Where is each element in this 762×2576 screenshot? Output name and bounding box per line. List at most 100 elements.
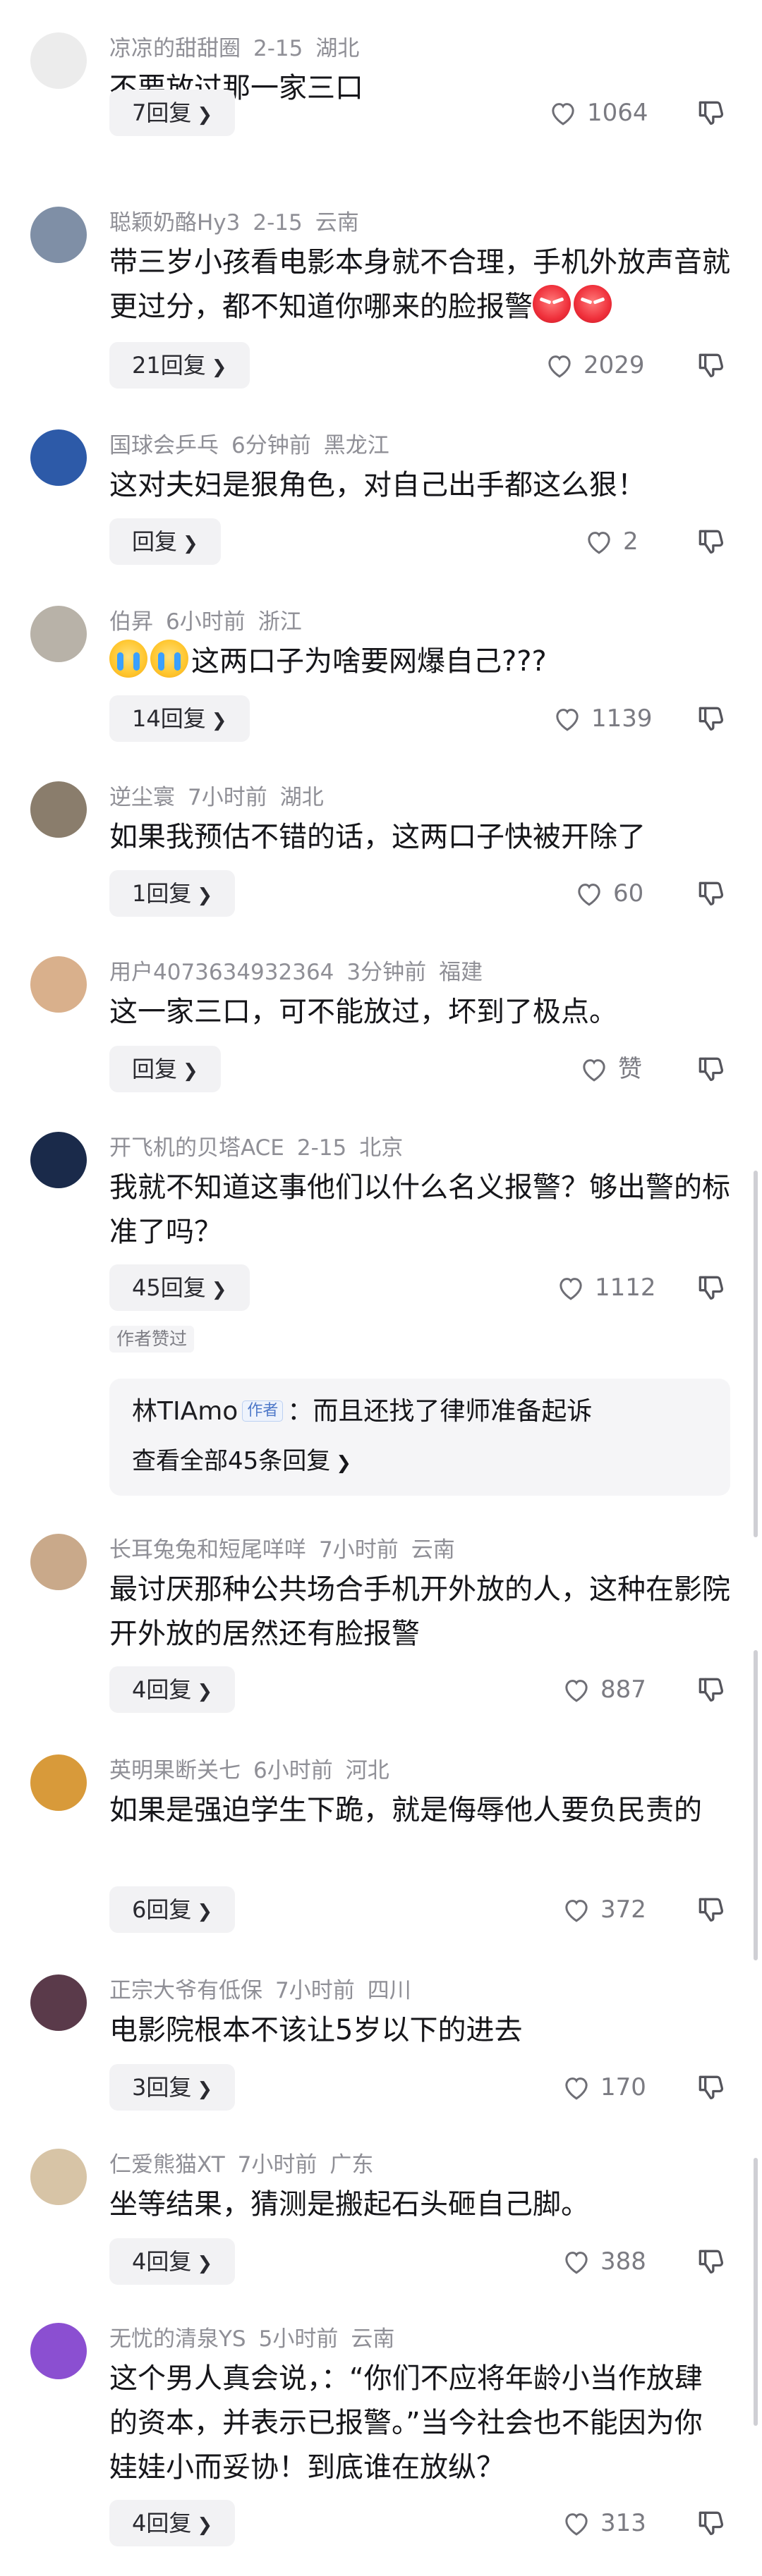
reply-button[interactable]: 14回复 ❯ [109,695,250,742]
reply-button[interactable]: 21回复 ❯ [109,342,250,389]
username[interactable]: 无忧的清泉YS [109,2326,246,2352]
reply-label: 4回复 [132,1676,192,1703]
thumb-down-outline-icon[interactable] [695,2508,726,2539]
comment-text[interactable]: 如果我预估不错的话，这两口子快被开除了 [109,815,730,860]
reply-button[interactable]: 回复 ❯ [109,1046,221,1092]
reply-label: 4回复 [132,2248,192,2275]
thumb-down-outline-icon[interactable] [695,2072,726,2103]
reply-button[interactable]: 6回复 ❯ [109,1886,236,1933]
scrollbar-bottom[interactable] [754,2158,758,2426]
reply-button[interactable]: 45回复 ❯ [109,1264,250,1311]
comment-meta: 聪颖奶酪Hy3 2-15 云南 [109,208,372,238]
like-button[interactable]: 1139 [553,695,653,742]
username[interactable]: 逆尘寰 [109,785,175,810]
like-button[interactable]: 1064 [549,90,648,136]
like-button[interactable]: 313 [562,2500,646,2546]
thumb-down-outline-icon[interactable] [695,703,726,734]
reply-label: 4回复 [132,2510,192,2537]
comment-location: 浙江 [258,609,302,635]
comment-location: 湖北 [279,785,324,810]
reply-label: 3回复 [132,2074,192,2101]
avatar[interactable] [30,207,87,263]
like-button[interactable]: 388 [562,2238,646,2285]
thumb-down-outline-icon[interactable] [695,526,726,557]
reply-author-name[interactable]: 林TIAmo [132,1397,238,1426]
reply-button[interactable]: 7回复 ❯ [109,90,236,136]
like-count: 1064 [587,99,648,127]
comment-text[interactable]: 坐等结果，猜测是搬起石头砸自己脚。 [109,2183,730,2227]
comment-time: 2-15 [253,210,303,236]
reply-button[interactable]: 4回复 ❯ [109,2238,236,2285]
username[interactable]: 用户4073634932364 [109,960,334,985]
scrollbar[interactable] [754,1171,758,1537]
username[interactable]: 仁爱熊猫XT [109,2152,225,2178]
thumb-down-outline-icon[interactable] [695,1054,726,1085]
comment-text[interactable]: 这一家三口，可不能放过，坏到了极点。 [109,990,730,1034]
thumb-down-outline-icon[interactable] [695,1272,726,1303]
avatar[interactable] [30,956,87,1013]
username[interactable]: 正宗大爷有低保 [109,1978,262,2003]
comment-text[interactable]: 我就不知道这事他们以什么名义报警？够出警的标准了吗？ [109,1166,730,1255]
like-button[interactable]: 2 [585,518,639,565]
chevron-right-icon: ❯ [197,1901,213,1922]
username[interactable]: 长耳兔兔和短尾咩咩 [109,1537,306,1563]
avatar[interactable] [30,1534,87,1590]
like-button[interactable]: 60 [575,870,643,917]
username[interactable]: 伯昇 [109,609,153,635]
reply-button[interactable]: 4回复 ❯ [109,2500,236,2546]
like-button[interactable]: 2029 [545,342,645,389]
avatar[interactable] [30,1132,87,1188]
like-button[interactable]: 887 [562,1666,646,1713]
avatar[interactable] [30,781,87,838]
chevron-right-icon: ❯ [211,357,227,378]
like-count: 388 [600,2247,646,2276]
thumb-down-outline-icon[interactable] [695,97,726,128]
heart-outline-icon [562,2509,600,2537]
thumb-down-outline-icon[interactable] [695,2246,726,2277]
like-button[interactable]: 1112 [557,1264,656,1311]
avatar[interactable] [30,606,87,662]
like-button[interactable]: 170 [562,2064,646,2111]
avatar[interactable] [30,1974,87,2031]
username[interactable]: 聪颖奶酪Hy3 [109,210,240,236]
comment-meta: 仁爱熊猫XT 7小时前 广东 [109,2150,386,2180]
comment-location: 湖北 [315,36,360,61]
thumb-down-outline-icon[interactable] [695,350,726,381]
chevron-right-icon: ❯ [197,1681,213,1702]
reply-button[interactable]: 3回复 ❯ [109,2064,236,2111]
comment-meta: 逆尘寰 7小时前 湖北 [109,783,337,812]
comment-time: 7小时前 [275,1978,355,2003]
reply-button[interactable]: 1回复 ❯ [109,870,236,917]
chevron-right-icon: ❯ [197,2515,213,2536]
username[interactable]: 英明果断关七 [109,1758,241,1783]
comment-text[interactable]: 如果是强迫学生下跪，就是侮辱他人要负民责的 [109,1788,730,1833]
comment-text[interactable]: 这个男人真会说，：“你们不应将年龄小当作放肆的资本，并表示已报警。”当今社会也不… [109,2357,730,2490]
username[interactable]: 凉凉的甜甜圈 [109,36,241,61]
heart-outline-icon [580,1055,618,1083]
avatar[interactable] [30,2323,87,2379]
comment-text[interactable]: 这对夫妇是狠角色，对自己出手都这么狠！ [109,463,730,508]
reply-button[interactable]: 回复 ❯ [109,518,221,565]
avatar[interactable] [30,32,87,89]
username[interactable]: 开飞机的贝塔ACE [109,1135,284,1161]
view-all-replies-link[interactable]: 查看全部45条回复 ❯ [132,1443,351,1481]
scrollbar-lower[interactable] [754,1650,758,1960]
comment-time: 3分钟前 [346,960,427,985]
comment-text[interactable]: 电影院根本不该让5岁以下的进去 [109,2008,730,2053]
avatar[interactable] [30,1754,87,1811]
thumb-down-outline-icon[interactable] [695,878,726,909]
comment-text[interactable]: 这两口子为啥要网爆自己??? [109,640,730,684]
thumb-down-outline-icon[interactable] [695,1894,726,1925]
like-button[interactable]: 372 [562,1886,646,1933]
author-reply-box[interactable]: 林TIAmo 作者 ：而且还找了律师准备起诉 查看全部45条回复 ❯ [109,1379,730,1496]
like-count: 赞 [618,1055,642,1083]
thumb-down-outline-icon[interactable] [695,1674,726,1705]
avatar[interactable] [30,429,87,486]
username[interactable]: 国球会乒乓 [109,433,219,458]
comment-text[interactable]: 最讨厌那种公共场合手机开外放的人，这种在影院开外放的居然还有脸报警 [109,1568,730,1656]
comment-meta: 伯昇 6小时前 浙江 [109,607,315,637]
reply-button[interactable]: 4回复 ❯ [109,1666,236,1713]
comment-text[interactable]: 带三岁小孩看电影本身就不合理，手机外放声音就更过分，都不知道你哪来的脸报警 [109,240,730,329]
like-button[interactable]: 赞 [580,1046,642,1092]
avatar[interactable] [30,2149,87,2205]
